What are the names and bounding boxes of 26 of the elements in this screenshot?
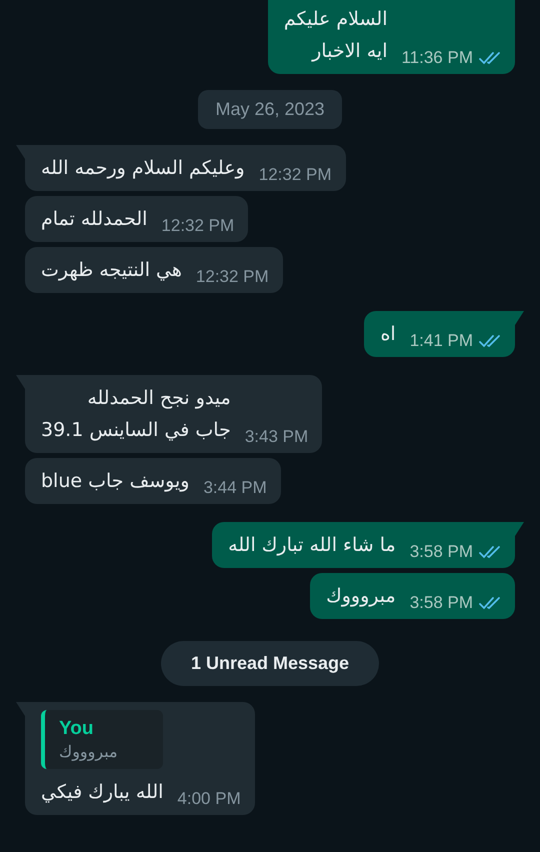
- message-time: 12:32 PM: [196, 267, 269, 287]
- date-chip: May 26, 2023: [198, 90, 342, 129]
- message-time: 11:36 PM: [401, 48, 473, 68]
- message-text: هي النتيجه ظهرت: [41, 258, 182, 283]
- message-time: 12:32 PM: [258, 165, 332, 185]
- message-text: وعليكم السلام ورحمه الله: [41, 156, 245, 181]
- message-time: 1:41 PM: [410, 331, 473, 351]
- message-time: 4:00 PM: [177, 789, 241, 809]
- message-time: 3:44 PM: [203, 478, 267, 498]
- message-text: ما شاء الله تبارك الله: [228, 533, 396, 558]
- message-text: جاب في الساينس 39.1: [41, 418, 231, 443]
- message-text: ويوسف جاب blue: [41, 469, 190, 494]
- message-time: 3:43 PM: [244, 427, 308, 447]
- message-text: اه: [380, 322, 396, 347]
- message-text: ميدو نجح الحمدلله: [86, 386, 231, 411]
- message-text: مبروووك: [326, 584, 396, 609]
- quote-text: مبروووك: [59, 742, 119, 761]
- quote-author: You: [59, 718, 94, 740]
- unread-divider: 1 Unread Message: [160, 641, 380, 686]
- message-text: الله يبارك فيكي: [41, 780, 164, 805]
- message-time: 12:32 PM: [161, 216, 234, 236]
- message-text: الحمدلله تمام: [41, 207, 148, 232]
- message-text: السلام عليكم: [284, 7, 388, 32]
- message-time: 3:58 PM: [410, 542, 473, 562]
- message-text: ايه الاخبار: [310, 39, 388, 64]
- message-time: 3:58 PM: [410, 593, 473, 613]
